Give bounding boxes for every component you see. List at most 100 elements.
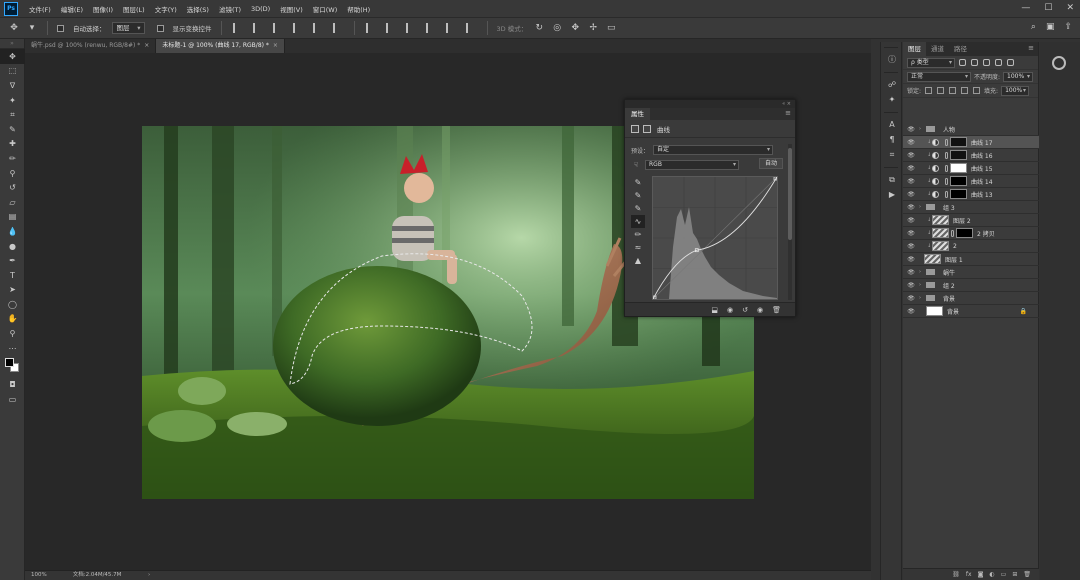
new-adjustment-icon[interactable]: ◐ — [989, 571, 994, 578]
menu-select[interactable]: 选择(S) — [182, 4, 214, 14]
panel-menu-icon[interactable]: ≡ — [785, 109, 791, 117]
align-bottom-icon[interactable] — [332, 23, 343, 33]
delete-icon[interactable]: 🗑 — [772, 306, 781, 314]
dodge-tool-icon[interactable]: ● — [0, 239, 25, 254]
properties-scrollbar[interactable] — [788, 144, 792, 300]
scrollbar-thumb[interactable] — [788, 148, 792, 240]
layer-name[interactable]: 人物 — [943, 125, 955, 134]
add-mask-icon[interactable]: ◙ — [978, 571, 984, 578]
smooth-curve-icon[interactable]: ≈ — [631, 241, 645, 254]
layer-row[interactable]: 👁 背景 🔒 — [903, 305, 1039, 318]
close-tab-icon[interactable]: × — [273, 42, 278, 49]
layer-name[interactable]: 曲线 14 — [971, 177, 993, 186]
layer-name[interactable]: 曲线 13 — [971, 190, 993, 199]
visibility-eye-icon[interactable]: 👁 — [903, 191, 919, 198]
glyphs-icon[interactable]: ⌗ — [881, 147, 903, 162]
zoom-tool-icon[interactable]: ⚲ — [0, 326, 25, 341]
auto-button[interactable]: 自动 — [758, 158, 783, 169]
layer-mask-thumbnail[interactable] — [956, 228, 973, 238]
layer-row[interactable]: 👁 ↓ 2 — [903, 240, 1039, 253]
layer-row[interactable]: 👁 图层 1 — [903, 253, 1039, 266]
tab-layers[interactable]: 图层 — [903, 42, 926, 56]
distribute-bottom-icon[interactable] — [405, 23, 416, 33]
hand-tool-icon[interactable]: ✋ — [0, 312, 25, 327]
group-expand-icon[interactable]: › — [919, 269, 926, 275]
preset-dropdown[interactable]: 自定 — [653, 145, 774, 155]
group-expand-icon[interactable]: › — [919, 126, 926, 132]
color-swatches[interactable] — [0, 355, 24, 377]
layer-thumbnail[interactable] — [932, 228, 949, 238]
lock-all-icon[interactable] — [973, 87, 981, 94]
reset-icon[interactable]: ↺ — [742, 306, 748, 314]
layer-name[interactable]: 背景 — [943, 294, 955, 303]
path-selection-tool-icon[interactable]: ➤ — [0, 283, 25, 298]
menu-file[interactable]: 文件(F) — [24, 4, 56, 14]
align-hcenter-icon[interactable] — [252, 23, 263, 33]
layer-name[interactable]: 2 — [953, 243, 957, 250]
lock-transparency-icon[interactable] — [925, 87, 933, 94]
shape-filter-icon[interactable] — [995, 59, 1002, 66]
close-window-button[interactable]: ✕ — [1066, 3, 1074, 13]
layer-row[interactable]: 👁 › 背景 — [903, 292, 1039, 305]
opacity-field[interactable]: 100% — [1003, 71, 1034, 82]
distribute-top-icon[interactable] — [365, 23, 376, 33]
tab-channels[interactable]: 通道 — [926, 42, 949, 56]
visibility-eye-icon[interactable]: 👁 — [903, 139, 919, 146]
visibility-eye-icon[interactable]: 👁 — [903, 230, 919, 237]
menu-window[interactable]: 窗口(W) — [308, 4, 343, 14]
fill-field[interactable]: 100% — [1001, 85, 1030, 96]
menu-edit[interactable]: 编辑(E) — [56, 4, 88, 14]
draw-curve-pencil-icon[interactable]: ✏ — [631, 228, 645, 241]
filter-kind-dropdown[interactable]: ρ 类型 — [907, 57, 955, 68]
zoom-level[interactable]: 100% — [31, 571, 47, 580]
new-layer-icon[interactable]: ⊞ — [1012, 571, 1017, 578]
layer-mask-thumbnail[interactable] — [950, 189, 967, 199]
distribute-left-icon[interactable] — [425, 23, 436, 33]
foreground-color-swatch[interactable] — [5, 358, 14, 368]
mask-link-icon[interactable] — [951, 229, 954, 237]
maximize-button[interactable]: ☐ — [1044, 3, 1052, 13]
info-icon[interactable]: ⓘ — [881, 52, 903, 67]
layer-name[interactable]: 图层 1 — [945, 255, 963, 264]
layer-row[interactable]: 👁 ↓ 曲线 15 — [903, 162, 1039, 175]
mask-link-icon[interactable] — [945, 190, 948, 198]
paragraph-icon[interactable]: ¶ — [881, 132, 903, 147]
panel-menu-icon[interactable]: ≡ — [1028, 44, 1034, 52]
share-icon[interactable]: ⇪ — [1064, 22, 1072, 32]
auto-select-target-dropdown[interactable]: 图层 — [111, 22, 145, 34]
3d-pan-icon[interactable]: ✥ — [569, 22, 581, 34]
layer-mask-icon[interactable] — [643, 124, 651, 133]
visibility-eye-icon[interactable]: 👁 — [903, 178, 919, 185]
smart-object-filter-icon[interactable] — [1007, 59, 1014, 66]
layer-name[interactable]: 背景 — [947, 307, 959, 316]
menu-layer[interactable]: 图层(L) — [118, 4, 150, 14]
visibility-eye-icon[interactable]: 👁 — [903, 282, 919, 289]
adjustments-icon[interactable]: ☍ — [881, 77, 903, 92]
visibility-eye-icon[interactable]: 👁 — [903, 256, 919, 263]
show-transform-checkbox[interactable] — [156, 24, 164, 32]
tab-properties[interactable]: 属性 — [625, 108, 650, 120]
clone-source-icon[interactable]: ⧉ — [881, 172, 903, 187]
layer-style-icon[interactable]: fx — [966, 571, 972, 578]
eyedropper-tool-icon[interactable]: ✎ — [0, 122, 25, 137]
pen-tool-icon[interactable]: ✒ — [0, 253, 25, 268]
layer-row[interactable]: 👁 ↓ 曲线 13 — [903, 188, 1039, 201]
adjustment-filter-icon[interactable] — [971, 59, 978, 66]
3d-roll-icon[interactable]: ◎ — [551, 22, 563, 34]
status-menu-arrow-icon[interactable]: › — [148, 571, 150, 580]
menu-view[interactable]: 视图(V) — [275, 4, 308, 14]
clipping-warning-icon[interactable]: ▲ — [631, 254, 645, 267]
distribute-hcenter-icon[interactable] — [445, 23, 456, 33]
group-expand-icon[interactable]: › — [919, 295, 926, 301]
group-expand-icon[interactable]: › — [919, 282, 926, 288]
panel-titlebar[interactable]: « × — [625, 100, 795, 108]
layer-mask-thumbnail[interactable] — [950, 176, 967, 186]
healing-brush-tool-icon[interactable]: ✚ — [0, 137, 25, 152]
layer-thumbnail[interactable] — [926, 306, 943, 316]
new-group-icon[interactable]: ▭ — [1001, 571, 1007, 578]
marquee-tool-icon[interactable]: ⬚ — [0, 64, 25, 79]
layer-row[interactable]: 👁 ↓ 图层 2 — [903, 214, 1039, 227]
workspace-icon[interactable]: ▣ — [1046, 22, 1055, 32]
menu-filter[interactable]: 滤镜(T) — [214, 4, 246, 14]
curves-adjustment-icon[interactable] — [631, 124, 639, 133]
